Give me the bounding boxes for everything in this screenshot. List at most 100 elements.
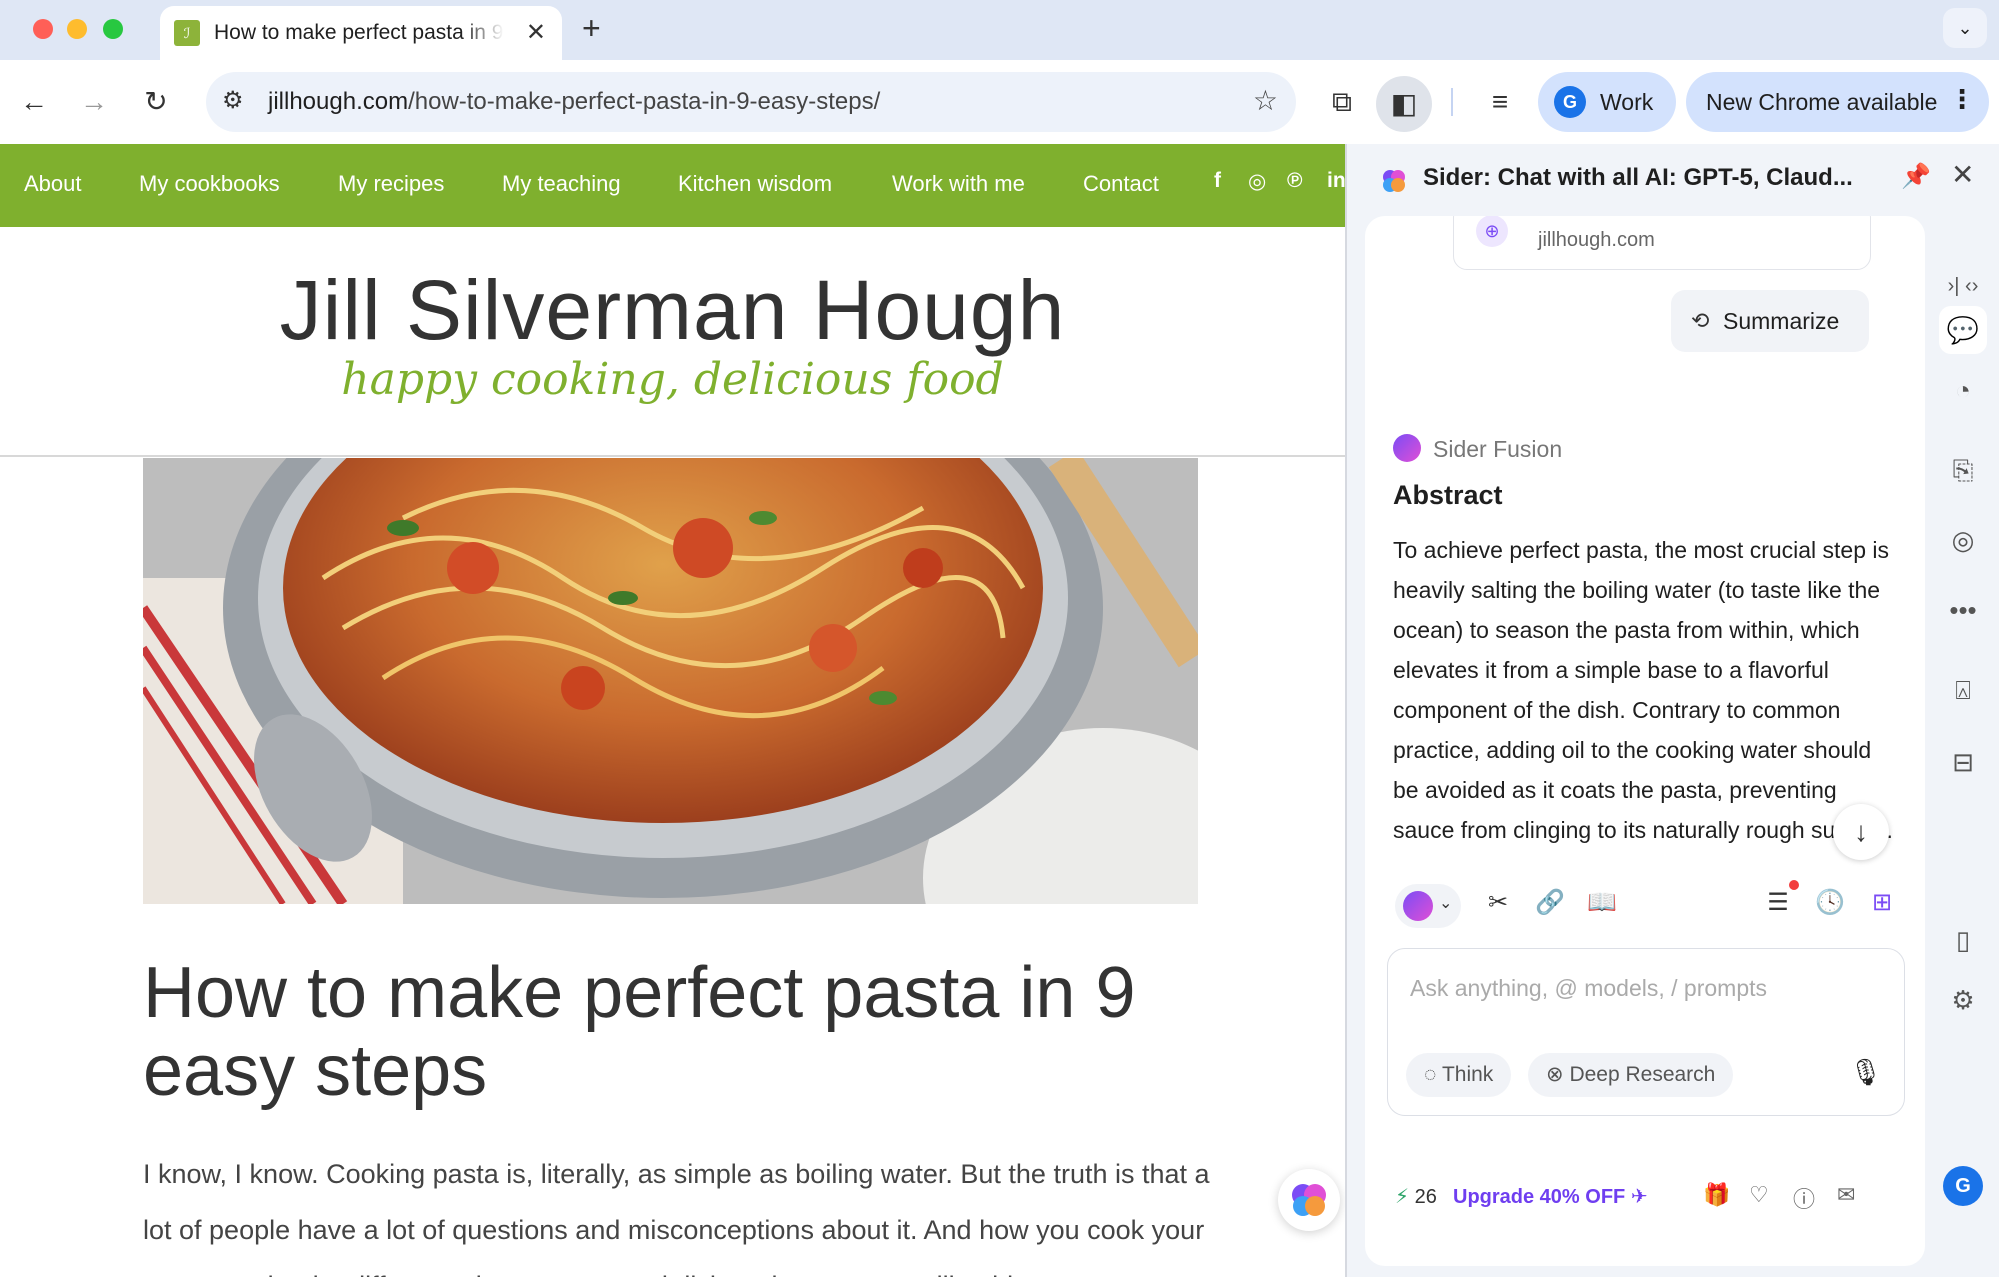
upgrade-link[interactable]: Upgrade 40% OFF ✈ (1453, 1184, 1648, 1209)
nav-contact[interactable]: Contact (1083, 171, 1159, 197)
site-settings-icon[interactable]: ⚙ (222, 86, 244, 115)
read-page-icon[interactable]: ⎘ (1939, 446, 1987, 494)
back-button[interactable]: ← (12, 80, 56, 124)
nav-my-cookbooks[interactable]: My cookbooks (139, 171, 280, 197)
gift-icon[interactable]: 🎁 (1703, 1182, 1730, 1208)
nav-my-recipes[interactable]: My recipes (338, 171, 444, 197)
mobile-icon[interactable]: ▯ (1939, 916, 1987, 964)
browser-toolbar: ← → ↻ ⚙ jillhough.com/how-to-make-perfec… (0, 60, 1999, 144)
sider-rail: ›| ‹› 💬 ◔ ⎘ ◎ ••• ⍓ ⊟ ▯ ⚙ G (1933, 216, 1993, 1266)
page-source-card[interactable]: ⊕ jillhough.com (1453, 216, 1871, 270)
facebook-icon[interactable]: f (1214, 169, 1221, 193)
article-intro: I know, I know. Cooking pasta is, litera… (143, 1159, 1210, 1277)
sider-floating-button[interactable] (1278, 1169, 1340, 1231)
summarize-label: Summarize (1723, 308, 1840, 334)
tab-search-chevron-icon[interactable]: ⌄ (1943, 8, 1987, 48)
deep-research-toggle[interactable]: ⊗ Deep Research (1528, 1053, 1734, 1097)
more-menu-icon[interactable]: ⋮ (1949, 84, 1975, 115)
chrome-update-button[interactable]: New Chrome available ⋮ (1686, 72, 1989, 132)
site-title[interactable]: Jill Silverman Hough (0, 262, 1345, 359)
summarize-message[interactable]: ⟲ Summarize (1671, 290, 1869, 352)
pdf-icon[interactable]: ⍓ (1939, 666, 1987, 714)
nav-kitchen-wisdom[interactable]: Kitchen wisdom (678, 171, 832, 197)
more-tools-icon[interactable]: ••• (1939, 586, 1987, 634)
think-toggle[interactable]: ◌ Think (1406, 1053, 1512, 1097)
address-bar[interactable]: ⚙ jillhough.com/how-to-make-perfect-past… (206, 72, 1296, 132)
extensions-puzzle-icon[interactable]: ⧉ (1320, 80, 1364, 124)
pinterest-icon[interactable]: ℗ (1287, 169, 1302, 193)
toolbar-divider (1451, 88, 1453, 116)
read-book-icon[interactable]: 📖 (1585, 888, 1619, 917)
screenshot-scissors-icon[interactable]: ✂ (1481, 888, 1515, 917)
chat-area: ⊕ jillhough.com ⟲ Summarize Sider Fusion… (1365, 216, 1925, 1266)
notification-dot (1789, 880, 1799, 890)
history-clock-icon[interactable]: 🕓 (1813, 888, 1847, 917)
profile-label: Work (1600, 89, 1654, 115)
chat-input[interactable]: Ask anything, @ models, / prompts ◌ Thin… (1387, 948, 1905, 1116)
write-icon[interactable]: ⊟ (1939, 738, 1987, 786)
profile-avatar: G (1554, 86, 1586, 118)
globe-icon: ⊕ (1476, 216, 1508, 247)
ask-icon[interactable]: ◎ (1939, 516, 1987, 564)
chat-icon[interactable]: 💬 (1939, 306, 1987, 354)
response-text: To achieve perfect pasta, the most cruci… (1393, 537, 1893, 843)
bolt-icon: ⚡ (1395, 1186, 1410, 1208)
profile-chip[interactable]: G Work (1538, 72, 1676, 132)
scroll-to-bottom-button[interactable]: ↓ (1833, 804, 1889, 860)
pasta-hero-image (143, 458, 1198, 904)
mail-icon[interactable]: ✉ (1837, 1182, 1855, 1208)
sider-side-panel: Sider: Chat with all AI: GPT-5, Claud...… (1347, 144, 1999, 1277)
expand-collapse-icon[interactable]: ›| ‹› (1939, 262, 1987, 310)
composer-toolbar: ⌄ ✂ 🔗 📖 ☰ 🕓 ⊞ (1365, 876, 1925, 936)
settings-sliders-icon[interactable]: ☰ (1761, 888, 1795, 917)
web-page: About My cookbooks My recipes My teachin… (0, 144, 1345, 1277)
jill-favicon-icon: ℐ (174, 20, 200, 46)
ai-agent-icon[interactable]: ◔ (1939, 366, 1987, 414)
linkedin-icon[interactable]: in (1327, 169, 1345, 193)
minimize-window-button[interactable] (67, 19, 87, 39)
chevron-down-icon: ⌄ (1439, 895, 1453, 912)
nav-my-teaching[interactable]: My teaching (502, 171, 621, 197)
attach-paperclip-icon[interactable]: 🔗 (1533, 888, 1567, 917)
model-icon (1403, 891, 1433, 921)
user-avatar[interactable]: G (1943, 1166, 1983, 1206)
sider-brain-icon (1292, 1184, 1326, 1216)
source-domain: jillhough.com (1538, 229, 1655, 251)
model-selector[interactable]: ⌄ (1395, 884, 1461, 928)
update-label: New Chrome available (1706, 89, 1938, 115)
site-tagline: happy cooking, delicious food (341, 354, 1004, 405)
side-panel-icon[interactable]: ◧ (1376, 76, 1432, 132)
settings-gear-icon[interactable]: ⚙ (1939, 976, 1987, 1024)
new-chat-icon[interactable]: ⊞ (1865, 888, 1899, 917)
header-divider (0, 455, 1345, 457)
credits-count: ⚡ 26 (1395, 1186, 1437, 1208)
response-heading: Abstract (1393, 480, 1503, 510)
tab-strip: ℐ How to make perfect pasta in 9 easy st… (0, 0, 1999, 60)
forward-button[interactable]: → (72, 80, 116, 124)
new-tab-button[interactable]: + (582, 10, 601, 47)
reading-list-icon[interactable]: ≡ (1478, 80, 1522, 124)
article-title: How to make perfect pasta in 9 easy step… (143, 953, 1136, 1111)
reload-button[interactable]: ↻ (134, 80, 178, 124)
tab-title: How to make perfect pasta in 9 easy step… (214, 21, 504, 44)
close-window-button[interactable] (33, 19, 53, 39)
sider-logo-icon (1383, 170, 1405, 192)
pin-icon[interactable]: 📌 (1901, 162, 1931, 191)
instagram-icon[interactable]: ◎ (1248, 169, 1266, 194)
tab-close-icon[interactable]: ✕ (526, 18, 546, 47)
close-panel-icon[interactable]: ✕ (1951, 158, 1974, 191)
help-icon[interactable]: ⓘ (1793, 1182, 1815, 1214)
microphone-icon[interactable]: 🎙 (1849, 1057, 1882, 1088)
heart-icon[interactable]: ♡ (1749, 1182, 1769, 1208)
panel-footer: ⚡ 26 Upgrade 40% OFF ✈ 🎁 ♡ ⓘ ✉ (1365, 1176, 1925, 1220)
site-navigation: About My cookbooks My recipes My teachin… (0, 144, 1345, 227)
nav-work-with-me[interactable]: Work with me (892, 171, 1025, 197)
url-text[interactable]: jillhough.com/how-to-make-perfect-pasta-… (268, 88, 880, 116)
nav-about[interactable]: About (24, 171, 82, 197)
bot-name: Sider Fusion (1433, 436, 1563, 462)
side-panel-title: Sider: Chat with all AI: GPT-5, Claud... (1423, 164, 1853, 191)
bookmark-star-icon[interactable]: ☆ (1253, 84, 1278, 117)
active-tab[interactable]: ℐ How to make perfect pasta in 9 easy st… (160, 6, 562, 60)
summarize-icon: ⟲ (1691, 308, 1710, 333)
fullscreen-window-button[interactable] (103, 19, 123, 39)
